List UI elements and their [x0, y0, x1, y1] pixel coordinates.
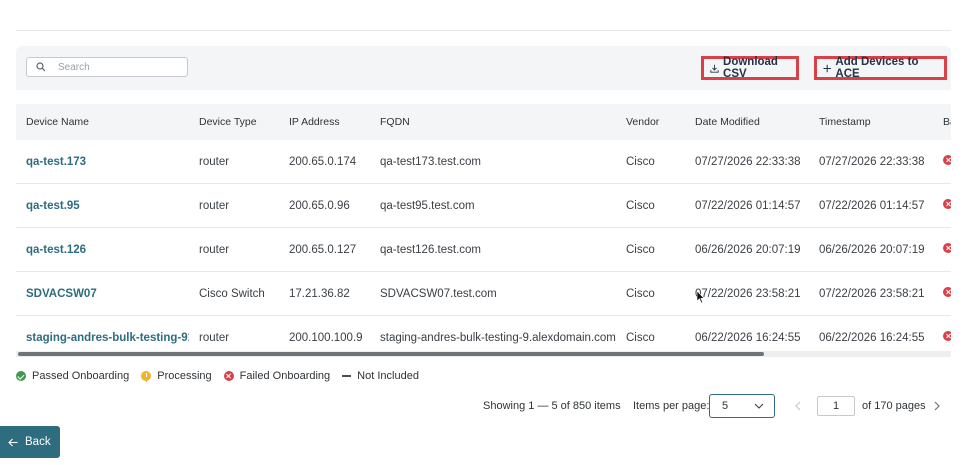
device-type-cell: router	[189, 140, 279, 184]
device-type-cell: Cisco Switch	[189, 271, 279, 316]
legend-item-not-included: Not Included	[342, 370, 419, 382]
column-header-status[interactable]: Ba	[933, 104, 951, 140]
info-circle-icon	[141, 371, 152, 381]
timestamp-cell: 07/22/2026 01:14:57	[809, 183, 933, 228]
status-legend: Passed Onboarding Processing Failed Onbo…	[16, 370, 431, 382]
status-cell	[933, 140, 951, 184]
download-icon	[710, 64, 719, 73]
failed-status-icon	[943, 331, 951, 341]
devices-table: Device Name Device Type IP Address FQDN …	[16, 104, 951, 358]
plus-icon	[823, 64, 831, 72]
table-toolbar: Download CSV Add Devices to ACE	[16, 46, 951, 90]
devices-table-container: Device Name Device Type IP Address FQDN …	[16, 104, 951, 358]
legend-label-passed: Passed Onboarding	[32, 370, 130, 382]
back-button[interactable]: Back	[0, 426, 60, 458]
legend-label-processing: Processing	[157, 370, 212, 382]
fqdn-cell: qa-test173.test.com	[370, 140, 616, 184]
scrollbar-thumb[interactable]	[18, 352, 764, 356]
mouse-cursor-icon	[697, 291, 705, 304]
previous-page-button[interactable]	[794, 398, 801, 414]
timestamp-cell: 06/26/2026 20:07:19	[809, 227, 933, 272]
device-type-cell: router	[189, 227, 279, 272]
ip-address-cell: 200.65.0.96	[279, 183, 370, 228]
page-number-input[interactable]	[817, 396, 855, 416]
ip-address-cell: 17.21.36.82	[279, 271, 370, 316]
vendor-cell: Cisco	[616, 271, 685, 316]
date-modified-cell: 06/26/2026 20:07:19	[685, 227, 809, 272]
chevron-left-icon	[795, 401, 801, 411]
status-cell	[933, 227, 951, 272]
timestamp-cell: 07/22/2026 23:58:21	[809, 271, 933, 316]
top-divider	[16, 30, 951, 31]
ip-address-cell: 200.65.0.127	[279, 227, 370, 272]
dash-icon	[342, 375, 352, 377]
failed-status-icon	[943, 199, 951, 209]
legend-item-passed: Passed Onboarding	[16, 370, 129, 382]
table-row[interactable]: qa-test.173 router 200.65.0.174 qa-test1…	[16, 140, 951, 184]
timestamp-cell: 07/27/2026 22:33:38	[809, 140, 933, 184]
date-modified-cell: 07/27/2026 22:33:38	[685, 140, 809, 184]
items-per-page-select[interactable]: 5	[709, 394, 775, 418]
add-devices-button[interactable]: Add Devices to ACE	[814, 56, 947, 80]
device-name-link[interactable]: qa-test.126	[16, 227, 189, 272]
vendor-cell: Cisco	[616, 140, 685, 184]
column-header-device-name[interactable]: Device Name	[16, 104, 189, 140]
status-cell	[933, 183, 951, 228]
date-modified-cell: 07/22/2026 01:14:57	[685, 183, 809, 228]
column-header-timestamp[interactable]: Timestamp	[809, 104, 933, 140]
items-range-text: Showing 1 — 5 of 850 items	[483, 400, 621, 412]
device-name-link[interactable]: SDVACSW07	[16, 271, 189, 316]
pagination-bar: Showing 1 — 5 of 850 items Items per pag…	[0, 393, 971, 419]
search-icon	[36, 62, 46, 72]
failed-status-icon	[943, 287, 951, 297]
legend-label-not-included: Not Included	[357, 370, 419, 382]
device-name-link[interactable]: qa-test.95	[16, 183, 189, 228]
search-box[interactable]	[26, 57, 188, 77]
back-label: Back	[25, 436, 51, 448]
items-per-page-label: Items per page:	[633, 400, 710, 412]
horizontal-scrollbar[interactable]	[16, 351, 951, 357]
check-circle-icon	[16, 371, 26, 381]
fqdn-cell: SDVACSW07.test.com	[370, 271, 616, 316]
download-csv-label: Download CSV	[723, 56, 778, 80]
arrow-left-icon	[8, 438, 18, 446]
chevron-right-icon	[934, 401, 940, 411]
column-header-ip-address[interactable]: IP Address	[279, 104, 370, 140]
device-name-link[interactable]: qa-test.173	[16, 140, 189, 184]
items-per-page-value: 5	[722, 400, 729, 412]
legend-item-processing: Processing	[141, 370, 212, 382]
vendor-cell: Cisco	[616, 227, 685, 272]
x-circle-icon	[223, 371, 234, 381]
total-pages-text: of 170 pages	[862, 400, 926, 412]
status-cell	[933, 271, 951, 316]
device-type-cell: router	[189, 183, 279, 228]
fqdn-cell: qa-test95.test.com	[370, 183, 616, 228]
legend-item-failed: Failed Onboarding	[223, 370, 331, 382]
add-devices-label: Add Devices to ACE	[835, 56, 919, 80]
table-row[interactable]: SDVACSW07 Cisco Switch 17.21.36.82 SDVAC…	[16, 271, 951, 316]
vendor-cell: Cisco	[616, 183, 685, 228]
fqdn-cell: qa-test126.test.com	[370, 227, 616, 272]
column-header-device-type[interactable]: Device Type	[189, 104, 279, 140]
failed-status-icon	[943, 155, 951, 165]
next-page-button[interactable]	[934, 398, 941, 414]
table-header-row: Device Name Device Type IP Address FQDN …	[16, 104, 951, 140]
column-header-fqdn[interactable]: FQDN	[370, 104, 616, 140]
legend-label-failed: Failed Onboarding	[239, 370, 331, 382]
table-row[interactable]: qa-test.126 router 200.65.0.127 qa-test1…	[16, 227, 951, 272]
table-row[interactable]: qa-test.95 router 200.65.0.96 qa-test95.…	[16, 183, 951, 228]
chevron-down-icon	[754, 403, 764, 409]
failed-status-icon	[943, 243, 951, 253]
ip-address-cell: 200.65.0.174	[279, 140, 370, 184]
column-header-date-modified[interactable]: Date Modified	[685, 104, 809, 140]
search-input[interactable]	[58, 61, 168, 73]
column-header-vendor[interactable]: Vendor	[616, 104, 685, 140]
download-csv-button[interactable]: Download CSV	[701, 56, 799, 80]
